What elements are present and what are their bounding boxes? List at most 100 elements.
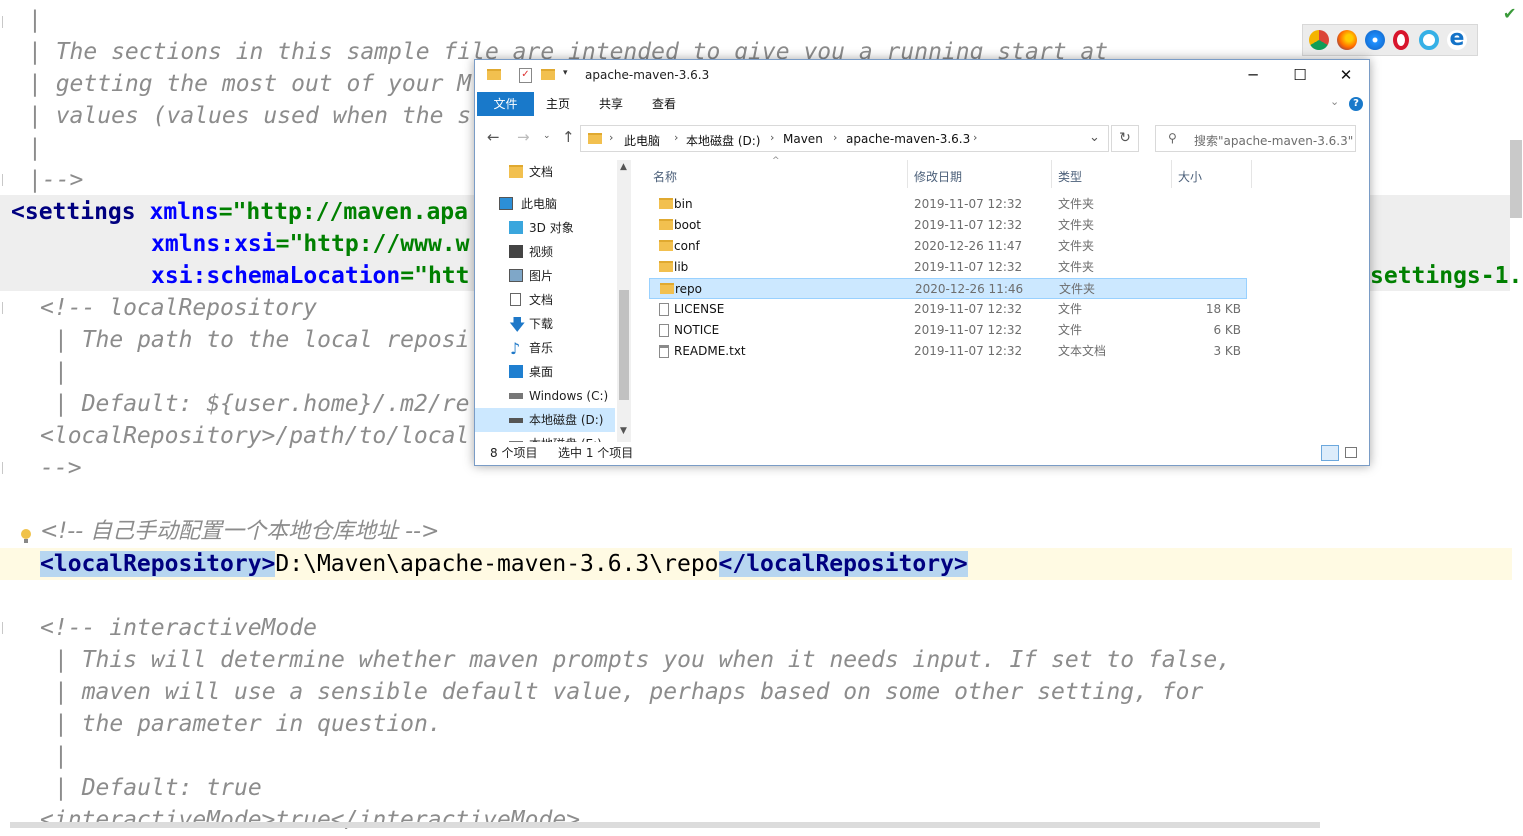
title-bar[interactable]: ✓ ▾ apache-maven-3.6.3 ─ ☐ ✕ — [475, 60, 1369, 92]
quick-access-dropdown-icon[interactable]: ▾ — [563, 68, 568, 78]
column-divider[interactable] — [907, 160, 908, 188]
xml-value: ="htt — [400, 263, 470, 289]
xml-value: ="http://www.w — [275, 231, 470, 257]
up-icon[interactable]: ↑ — [562, 128, 575, 146]
properties-icon[interactable]: ✓ — [519, 68, 532, 83]
breadcrumb-drive-d[interactable]: 本地磁盘 (D:) — [686, 132, 760, 149]
file-type: 文件 — [1058, 323, 1083, 337]
details-view-icon[interactable] — [1321, 445, 1339, 461]
chevron-right-icon[interactable]: › — [770, 131, 774, 144]
chevron-right-icon[interactable]: › — [973, 131, 977, 144]
tab-share[interactable]: 共享 — [599, 92, 623, 116]
firefox-icon[interactable] — [1337, 30, 1357, 50]
ie-icon[interactable] — [1419, 30, 1439, 50]
file-row[interactable]: README.txt 2019-11-07 12:32 文本文档 3 KB — [649, 341, 1247, 362]
large-icons-view-icon[interactable] — [1345, 447, 1357, 458]
refresh-button[interactable]: ↻ — [1111, 125, 1139, 152]
folder-icon — [509, 165, 523, 178]
column-divider[interactable] — [1251, 160, 1252, 188]
scroll-down-icon[interactable]: ▼ — [620, 426, 627, 436]
editor-vertical-scrollbar[interactable] — [1510, 140, 1522, 218]
chevron-right-icon[interactable]: › — [833, 131, 837, 144]
file-row[interactable]: NOTICE 2019-11-07 12:32 文件 6 KB — [649, 320, 1247, 341]
new-folder-icon[interactable] — [541, 69, 555, 80]
nav-item-downloads[interactable]: 🡇 下载 — [475, 312, 615, 336]
edge-icon[interactable]: e — [1447, 28, 1467, 50]
tab-file[interactable]: 文件 — [477, 92, 534, 116]
navigation-pane[interactable]: 文档 此电脑 3D 对象 视频 图片 文档 🡇 下载 ♪ 音乐 桌面 Windows… — [475, 160, 633, 442]
forward-icon[interactable]: → — [517, 128, 530, 146]
nav-item-drive-d[interactable]: 本地磁盘 (D:) — [475, 408, 615, 432]
breadcrumb-maven[interactable]: Maven — [783, 132, 823, 146]
nav-item-desktop[interactable]: 桌面 — [475, 360, 615, 384]
nav-item-3d-objects[interactable]: 3D 对象 — [475, 216, 615, 240]
minimize-button[interactable]: ─ — [1230, 60, 1276, 90]
file-name: lib — [674, 260, 689, 274]
tab-home[interactable]: 主页 — [546, 92, 570, 116]
expand-ribbon-icon[interactable]: ⌄ — [1330, 95, 1339, 108]
file-date: 2019-11-07 12:32 — [914, 323, 1023, 337]
safari-icon[interactable] — [1365, 30, 1385, 50]
nav-item-documents[interactable]: 文档 — [475, 288, 615, 312]
file-row[interactable]: lib 2019-11-07 12:32 文件夹 — [649, 257, 1247, 278]
fold-marker[interactable] — [2, 302, 10, 314]
code-line: xmlns:xsi="http://www.w — [151, 228, 470, 260]
fold-marker[interactable] — [2, 174, 10, 186]
file-type: 文件夹 — [1059, 282, 1096, 296]
file-date: 2019-11-07 12:32 — [914, 344, 1023, 358]
file-type: 文本文档 — [1058, 344, 1107, 358]
column-header-date[interactable]: 修改日期 — [914, 168, 962, 185]
nav-item-this-pc[interactable]: 此电脑 — [475, 192, 615, 216]
address-dropdown-icon[interactable]: ⌄ — [1089, 130, 1100, 145]
maximize-button[interactable]: ☐ — [1277, 60, 1323, 90]
nav-pane-scrollbar[interactable]: ▲ ▼ — [617, 160, 631, 442]
opera-icon[interactable] — [1393, 30, 1409, 50]
file-list[interactable]: ^ 名称 修改日期 类型 大小 bin 2019-11-07 12:32 文件夹 b… — [645, 156, 1365, 440]
nav-item-videos[interactable]: 视频 — [475, 240, 615, 264]
lightbulb-icon[interactable] — [20, 529, 32, 543]
column-header-name[interactable]: 名称 — [653, 168, 677, 185]
tab-view[interactable]: 查看 — [652, 92, 676, 116]
desktop-icon — [509, 365, 523, 378]
status-bar: 8 个项目 选中 1 个项目 — [475, 442, 1369, 464]
breadcrumb-this-pc[interactable]: 此电脑 — [624, 132, 660, 149]
scroll-up-icon[interactable]: ▲ — [620, 162, 627, 172]
file-row[interactable]: LICENSE 2019-11-07 12:32 文件 18 KB — [649, 299, 1247, 320]
column-divider[interactable] — [1171, 160, 1172, 188]
file-row[interactable]: conf 2020-12-26 11:47 文件夹 — [649, 236, 1247, 257]
file-row-selected[interactable]: repo 2020-12-26 11:46 文件夹 — [649, 278, 1247, 299]
inspection-ok-icon[interactable]: ✔ — [1503, 4, 1516, 23]
fold-marker[interactable] — [2, 16, 10, 28]
column-header-type[interactable]: 类型 — [1058, 168, 1082, 185]
breadcrumb-apache-maven[interactable]: apache-maven-3.6.3 — [846, 132, 970, 146]
chevron-right-icon[interactable]: › — [674, 131, 678, 144]
address-bar[interactable]: › 此电脑 › 本地磁盘 (D:) › Maven › apache-maven… — [580, 125, 1109, 152]
file-explorer-window[interactable]: ✓ ▾ apache-maven-3.6.3 ─ ☐ ✕ 文件 主页 共享 查看… — [474, 59, 1370, 466]
chrome-icon[interactable] — [1309, 30, 1329, 50]
nav-item-label: 视频 — [529, 245, 554, 259]
fold-marker[interactable] — [2, 462, 10, 474]
nav-item-label: 3D 对象 — [529, 221, 574, 235]
file-row[interactable]: boot 2019-11-07 12:32 文件夹 — [649, 215, 1247, 236]
back-icon[interactable]: ← — [487, 128, 500, 146]
nav-item-music[interactable]: ♪ 音乐 — [475, 336, 615, 360]
search-input[interactable]: ⚲ 搜索"apache-maven-3.6.3" — [1155, 125, 1356, 152]
column-header-size[interactable]: 大小 — [1178, 168, 1202, 185]
nav-item-pictures[interactable]: 图片 — [475, 264, 615, 288]
nav-item-drive-c[interactable]: Windows (C:) — [475, 384, 615, 408]
chevron-right-icon[interactable]: › — [609, 131, 613, 144]
file-row[interactable]: bin 2019-11-07 12:32 文件夹 — [649, 194, 1247, 215]
help-icon[interactable]: ? — [1349, 97, 1363, 111]
recent-locations-icon[interactable]: ⌄ — [543, 131, 551, 141]
file-type: 文件 — [1058, 302, 1083, 316]
nav-item-drive-e[interactable]: 本地磁盘 (E:) — [475, 432, 615, 442]
nav-item-label: 文档 — [529, 165, 554, 179]
nav-scroll-thumb[interactable] — [619, 290, 629, 400]
editor-horizontal-scrollbar[interactable] — [10, 822, 1320, 828]
close-button[interactable]: ✕ — [1323, 60, 1369, 90]
fold-marker[interactable] — [2, 622, 10, 634]
video-icon — [509, 245, 523, 258]
column-divider[interactable] — [1051, 160, 1052, 188]
file-date: 2019-11-07 12:32 — [914, 197, 1023, 211]
nav-item-documents-quick[interactable]: 文档 — [475, 160, 615, 184]
